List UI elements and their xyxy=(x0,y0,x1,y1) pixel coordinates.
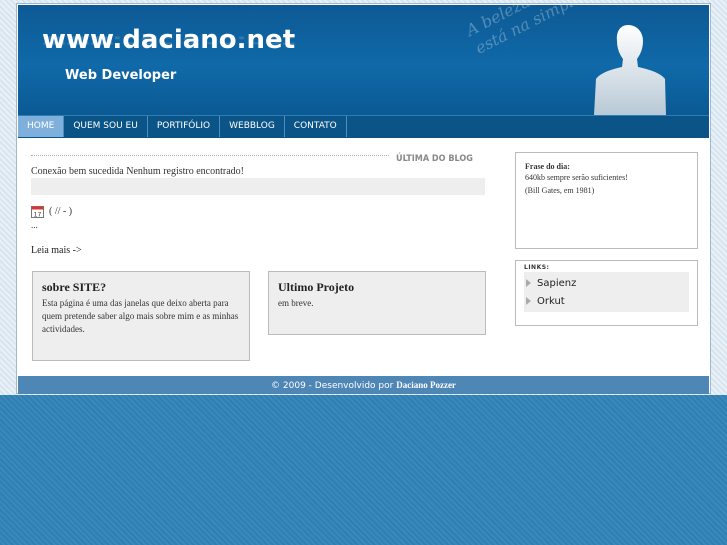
arrow-right-icon xyxy=(526,279,531,287)
blog-section-label: ÚLTIMA DO BLOG xyxy=(390,154,473,164)
about-box: sobre SITE? Esta página é uma das janela… xyxy=(32,271,250,361)
blog-date: ( // - ) xyxy=(49,206,73,217)
person-silhouette-icon xyxy=(594,25,666,115)
nav-item-home[interactable]: HOME xyxy=(18,116,65,137)
main-content: ÚLTIMA DO BLOG Conexão bem sucedida Nenh… xyxy=(18,138,709,376)
blog-excerpt: ... xyxy=(31,220,38,230)
blog-status-text: Conexão bem sucedida Nenhum registro enc… xyxy=(31,166,244,177)
page-frame: www.daciano.net www.daciano.net Web Deve… xyxy=(16,3,711,394)
footer-author-link[interactable]: Daciano Pozzer xyxy=(396,380,456,390)
site-header: www.daciano.net www.daciano.net Web Deve… xyxy=(18,5,709,115)
about-box-title: sobre SITE? xyxy=(42,280,107,294)
link-label[interactable]: Sapienz xyxy=(537,278,576,289)
nav-item-quem-sou-eu[interactable]: QUEM SOU EU xyxy=(64,116,148,137)
project-box: Ultimo Projeto em breve. xyxy=(268,271,486,335)
quote-title: Frase do dia: xyxy=(525,162,570,171)
footer: © 2009 - Desenvolvido por Daciano Pozzer xyxy=(18,376,709,394)
calendar-day: 17 xyxy=(34,212,42,219)
links-box: LINKS: Sapienz Orkut xyxy=(515,260,698,326)
quote-box: Frase do dia: 640kb sempre serão suficie… xyxy=(515,152,698,249)
calendar-icon: 17 xyxy=(31,206,44,219)
nav-item-webblog[interactable]: WEBBLOG xyxy=(220,116,285,137)
main-nav: HOME QUEM SOU EU PORTIFÓLIO WEBBLOG CONT… xyxy=(18,115,709,138)
project-box-title: Ultimo Projeto xyxy=(278,280,355,294)
link-orkut[interactable]: Orkut xyxy=(524,292,689,310)
quote-line-2: (Bill Gates, em 1981) xyxy=(525,186,595,195)
link-sapienz[interactable]: Sapienz xyxy=(524,274,689,292)
read-more-link[interactable]: Leia mais -> xyxy=(31,245,82,256)
nav-item-contato[interactable]: CONTATO xyxy=(285,116,347,137)
blog-entry-bar xyxy=(31,178,485,195)
blog-date-row: 17 ( // - ) xyxy=(31,205,72,218)
site-subtitle: Web Developer xyxy=(65,68,177,83)
link-label[interactable]: Orkut xyxy=(537,296,565,307)
links-list: Sapienz Orkut xyxy=(524,272,689,312)
site-title-reflection: www.daciano.net xyxy=(42,32,296,50)
quote-line-1: 640kb sempre serão suficientes! xyxy=(525,173,628,182)
about-box-text: Esta página é uma das janelas que deixo … xyxy=(42,298,239,334)
arrow-right-icon xyxy=(526,297,531,305)
project-box-text: em breve. xyxy=(278,298,314,308)
footer-text: © 2009 - Desenvolvido por xyxy=(271,381,397,391)
links-title: LINKS: xyxy=(524,264,550,271)
nav-item-portifolio[interactable]: PORTIFÓLIO xyxy=(148,116,221,137)
